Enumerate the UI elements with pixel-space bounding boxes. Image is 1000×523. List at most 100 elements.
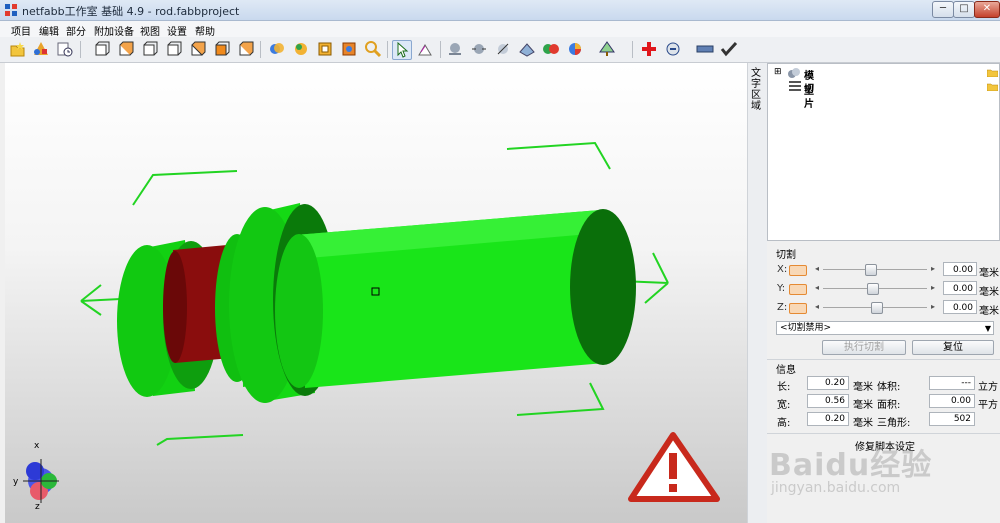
tree-menu-icon[interactable]: [598, 40, 616, 58]
folder-open-icon[interactable]: [987, 82, 998, 91]
slider-left-arrow-icon[interactable]: ◂: [815, 302, 819, 311]
toolbar: [0, 37, 1000, 63]
sphere-move-icon[interactable]: [470, 40, 488, 58]
texture-icon[interactable]: [518, 40, 536, 58]
axis-y-label: y: [13, 477, 19, 487]
length-value: 0.20: [807, 376, 849, 390]
slider-left-arrow-icon[interactable]: ◂: [815, 283, 819, 292]
cut-z-slider[interactable]: ◂ ▸: [815, 302, 935, 314]
maximize-button[interactable]: □: [953, 1, 975, 18]
cut-z-value[interactable]: 0.00: [943, 300, 977, 314]
sphere-icon[interactable]: [446, 40, 464, 58]
add-part-icon[interactable]: [32, 40, 50, 58]
view-front-icon[interactable]: [92, 40, 110, 58]
folder-open-icon[interactable]: [987, 68, 998, 77]
netfabb-logo-icon: [5, 4, 17, 16]
slider-left-arrow-icon[interactable]: ◂: [815, 264, 819, 273]
scene: x y z: [13, 141, 720, 512]
color-spheres-icon[interactable]: [542, 40, 560, 58]
new-project-icon[interactable]: [8, 40, 26, 58]
snapshot-icon[interactable]: [340, 40, 358, 58]
expand-plus-icon[interactable]: ⊞: [774, 67, 782, 77]
select-pointer-icon[interactable]: [392, 40, 412, 60]
slider-thumb[interactable]: [867, 283, 879, 295]
box-icon[interactable]: [316, 40, 334, 58]
cut-y-value[interactable]: 0.00: [943, 281, 977, 295]
cut-y-unit: 毫米: [979, 287, 999, 298]
ruler-icon[interactable]: [696, 40, 714, 58]
execute-cut-button[interactable]: 执行切割: [822, 340, 906, 355]
triangles-value: 502: [929, 412, 975, 426]
rotate-icon[interactable]: [268, 40, 286, 58]
view-iso-icon[interactable]: [236, 40, 254, 58]
length-label: 长:: [777, 382, 791, 393]
view-back-icon[interactable]: [116, 40, 134, 58]
3d-viewport[interactable]: x y z: [5, 63, 747, 523]
select-face-icon[interactable]: [416, 40, 434, 58]
shading-icon[interactable]: [494, 40, 512, 58]
project-tree: ⊞ 模型 切片: [767, 63, 1000, 241]
minimize-button[interactable]: ─: [932, 1, 954, 18]
cut-y-color-chip[interactable]: [789, 284, 807, 295]
view-left-icon[interactable]: [140, 40, 158, 58]
cut-mode-select[interactable]: <切割禁用> ▼: [776, 321, 994, 335]
toolbar-separator: [440, 41, 441, 58]
pie-menu-icon[interactable]: [566, 40, 584, 58]
length-unit: 毫米: [853, 382, 873, 393]
cut-x-value[interactable]: 0.00: [943, 262, 977, 276]
cut-x-slider[interactable]: ◂ ▸: [815, 264, 935, 276]
view-bottom-icon[interactable]: [212, 40, 230, 58]
area-label: 面积:: [877, 400, 901, 411]
height-label: 高:: [777, 418, 791, 429]
cut-section-title: 切割: [776, 250, 796, 261]
side-tab-text-area[interactable]: 文字区域: [751, 68, 763, 112]
chevron-down-icon: ▼: [984, 324, 991, 333]
cut-x-color-chip[interactable]: [789, 265, 807, 276]
width-label: 宽:: [777, 400, 791, 411]
color-icon[interactable]: [292, 40, 310, 58]
models-icon: [788, 68, 800, 78]
cut-menu-icon[interactable]: [664, 40, 682, 58]
area-value: 0.00: [929, 394, 975, 408]
toolbar-separator: [632, 41, 633, 58]
cut-z-unit: 毫米: [979, 306, 999, 317]
slider-thumb[interactable]: [871, 302, 883, 314]
divider: [767, 433, 1000, 434]
volume-unit: 立方: [978, 382, 998, 393]
slider-right-arrow-icon[interactable]: ▸: [931, 264, 935, 273]
cut-z-color-chip[interactable]: [789, 303, 807, 314]
panel-splitter[interactable]: [747, 63, 768, 523]
height-value: 0.20: [807, 412, 849, 426]
menu-bar: 项目 编辑 部分 附加设备 视图 设置 帮助: [0, 21, 1000, 38]
axis-x-label: x: [34, 441, 40, 451]
measure-icon[interactable]: [56, 40, 74, 58]
area-unit: 平方: [978, 400, 998, 411]
checkmark-icon[interactable]: [720, 40, 738, 58]
cut-x-label: X:: [777, 264, 788, 275]
volume-value: ---: [929, 376, 975, 390]
cut-mode-value: <切割禁用>: [780, 323, 832, 333]
rod-model[interactable]: [117, 203, 636, 403]
tree-item-label: 切片: [804, 84, 814, 110]
axis-triad: [23, 459, 59, 503]
reset-button[interactable]: 复位: [912, 340, 994, 355]
cut-z-label: Z:: [777, 302, 788, 313]
zoom-icon[interactable]: [364, 40, 382, 58]
triangles-label: 三角形:: [877, 418, 911, 429]
slider-right-arrow-icon[interactable]: ▸: [931, 283, 935, 292]
view-right-icon[interactable]: [164, 40, 182, 58]
repair-scripts-label[interactable]: 修复脚本设定: [855, 438, 915, 453]
cut-y-slider[interactable]: ◂ ▸: [815, 283, 935, 295]
close-button[interactable]: ✕: [974, 1, 1000, 18]
height-unit: 毫米: [853, 418, 873, 429]
repair-red-cross-icon[interactable]: [640, 40, 658, 58]
slider-thumb[interactable]: [865, 264, 877, 276]
view-top-icon[interactable]: [188, 40, 206, 58]
title-bar: netfabb工作室 基础 4.9 - rod.fabbproject ─ □ …: [0, 0, 1000, 21]
warning-icon[interactable]: [628, 432, 720, 502]
info-section-title: 信息: [776, 365, 796, 376]
properties-panel: 切割 X: ◂ ▸ 0.00 毫米 Y: ◂ ▸ 0.00 毫米 Z: ◂ ▸ …: [767, 241, 1000, 523]
volume-label: 体积:: [877, 382, 901, 393]
toolbar-separator: [80, 41, 81, 58]
slider-right-arrow-icon[interactable]: ▸: [931, 302, 935, 311]
